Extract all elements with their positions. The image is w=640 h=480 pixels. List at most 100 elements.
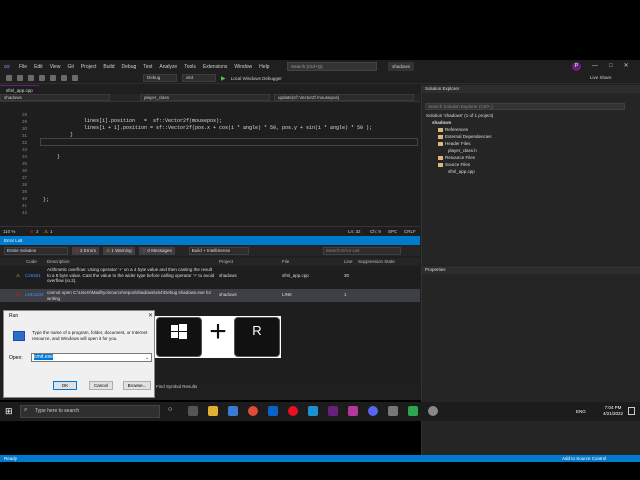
error-code-link[interactable]: C26451 (25, 273, 41, 278)
menu-build[interactable]: Build (103, 64, 114, 70)
menu-tools[interactable]: Tools (184, 64, 196, 70)
tree-header-files[interactable]: Header Files (438, 141, 471, 146)
tree-project[interactable]: shadows (432, 120, 451, 125)
file-explorer-icon[interactable] (208, 406, 218, 416)
errors-filter-button[interactable]: ⊗ 2 Errors (72, 247, 100, 255)
tree-sfml-app-cpp[interactable]: sfml_app.cpp (448, 169, 475, 174)
menu-test[interactable]: Test (143, 64, 152, 70)
forward-icon[interactable] (17, 75, 23, 81)
menu-analyze[interactable]: Analyze (159, 64, 177, 70)
platform-dropdown[interactable]: x64 (182, 74, 216, 82)
save-icon[interactable] (39, 75, 45, 81)
menu-project[interactable]: Project (81, 64, 97, 70)
chrome-icon[interactable] (248, 406, 258, 416)
store-icon[interactable] (268, 406, 278, 416)
tree-source-files[interactable]: Source Files (438, 162, 470, 167)
menu-window[interactable]: Window (234, 64, 252, 70)
tab-sfml-app-cpp[interactable]: sfml_app.cpp (0, 85, 39, 94)
col-suppression[interactable]: Suppression State (358, 259, 395, 264)
task-view-icon[interactable] (188, 406, 198, 416)
build-filter-dropdown[interactable]: Build + IntelliSense (188, 247, 249, 255)
error-list-search[interactable]: Search Error List (322, 247, 401, 255)
config-dropdown[interactable]: Debug (143, 74, 177, 82)
close-icon[interactable]: ✕ (624, 62, 629, 69)
error-count[interactable]: 2 (36, 229, 39, 234)
warnings-filter-button[interactable]: ⚠ 1 Warning (103, 247, 135, 255)
col-line[interactable]: Line (344, 259, 353, 264)
menu-help[interactable]: Help (259, 64, 269, 70)
tree-external-deps[interactable]: External Dependencies (438, 134, 492, 139)
zoom-level[interactable]: 110 % (3, 229, 15, 234)
menu-extensions[interactable]: Extensions (203, 64, 227, 70)
menu-edit[interactable]: Edit (34, 64, 43, 70)
folder-icon (438, 134, 443, 139)
r-key: R (234, 317, 280, 357)
app-icon[interactable] (428, 406, 438, 416)
warning-count[interactable]: 1 (50, 229, 53, 234)
app-icon[interactable] (408, 406, 418, 416)
tree-solution[interactable]: Solution 'shadows' (1 of 1 project) (426, 113, 493, 118)
project-dropdown[interactable]: shadows (0, 94, 110, 101)
app-icon[interactable] (388, 406, 398, 416)
warnings-filter-label: 1 Warning (111, 248, 132, 253)
scope-dropdown[interactable]: player_class (140, 94, 270, 101)
mail-icon[interactable] (228, 406, 238, 416)
menu-git[interactable]: Git (67, 64, 73, 70)
new-item-icon[interactable] (28, 75, 34, 81)
maximize-icon[interactable]: □ (609, 63, 613, 69)
open-label: Open: (9, 355, 23, 361)
editor-status-bar: 110 % ⊗ 2 ⚠ 1 Ln: 32 Ch: 9 SPC CRLF (0, 226, 420, 235)
back-icon[interactable] (6, 75, 12, 81)
run-debugger-button[interactable]: Local Windows Debugger (231, 76, 282, 81)
col-code[interactable]: Code (26, 259, 37, 264)
discord-icon[interactable] (368, 406, 378, 416)
save-all-icon[interactable] (50, 75, 56, 81)
menu-view[interactable]: View (50, 64, 61, 70)
undo-icon[interactable] (61, 75, 67, 81)
start-icon[interactable]: ⊞ (5, 406, 13, 417)
chevron-down-icon[interactable]: ⌄ (145, 355, 149, 361)
menu-debug[interactable]: Debug (122, 64, 137, 70)
tree-references[interactable]: References (438, 127, 468, 132)
col-project[interactable]: Project (219, 259, 233, 264)
table-row[interactable]: ⚠ C26451 Arithmetic overflow: Using oper… (0, 266, 420, 288)
avatar[interactable]: P (572, 62, 581, 71)
source-control-button[interactable]: Add to Source Control (562, 456, 606, 461)
redo-icon[interactable] (72, 75, 78, 81)
clock[interactable]: 7:04 PM 4/21/2022 (603, 405, 623, 417)
edge-icon[interactable] (308, 406, 318, 416)
notification-icon[interactable] (628, 407, 635, 415)
find-symbol-results-tab[interactable]: Find Symbol Results (156, 384, 197, 389)
cancel-button[interactable]: Cancel (89, 381, 113, 390)
cortana-icon[interactable]: ○ (168, 406, 172, 413)
error-list-title[interactable]: Error List (0, 236, 420, 245)
errors-filter-label: 2 Errors (80, 248, 97, 253)
col-description[interactable]: Description (47, 259, 70, 264)
col-file[interactable]: File (282, 259, 289, 264)
browse-button[interactable]: Browse... (123, 381, 151, 390)
tree-resource-files[interactable]: Resource Files (438, 155, 475, 160)
table-row[interactable]: ⊗ LNK1104 cannot open C:\Users\Madhyo\so… (0, 289, 420, 302)
live-share-button[interactable]: Live Share (590, 75, 612, 80)
line-number: 33 (21, 147, 27, 152)
solution-search-input[interactable]: Search Solution Explorer (Ctrl+;) (425, 103, 625, 110)
messages-filter-button[interactable]: ⓘ 0 Messages (138, 247, 175, 255)
close-icon[interactable]: ✕ (148, 312, 153, 319)
member-dropdown[interactable]: update(sf::Vector2f mousepos) (274, 94, 414, 101)
open-input[interactable]: cmd.exe (31, 353, 152, 362)
code-editor[interactable]: 28 29 30 31 32 33 34 35 36 37 38 39 40 4… (0, 102, 420, 225)
error-code-link[interactable]: LNK1104 (25, 292, 43, 297)
menu-file[interactable]: File (19, 64, 27, 70)
tree-player-class-h[interactable]: player_class.h (448, 148, 477, 153)
scope-filter-dropdown[interactable]: Entire Solution (4, 247, 68, 255)
play-icon[interactable]: ▶ (221, 75, 226, 82)
app-icon[interactable] (348, 406, 358, 416)
minimize-icon[interactable]: — (592, 63, 598, 69)
taskbar-search-input[interactable]: Type here to search (20, 405, 160, 418)
vs-search-input[interactable]: Search (Ctrl+Q) (287, 62, 377, 71)
language-indicator[interactable]: ENG (576, 409, 586, 414)
opera-icon[interactable] (288, 406, 298, 416)
window-controls: — □ ✕ (592, 62, 629, 70)
ok-button[interactable]: OK (53, 381, 77, 390)
visual-studio-icon[interactable] (328, 406, 338, 416)
